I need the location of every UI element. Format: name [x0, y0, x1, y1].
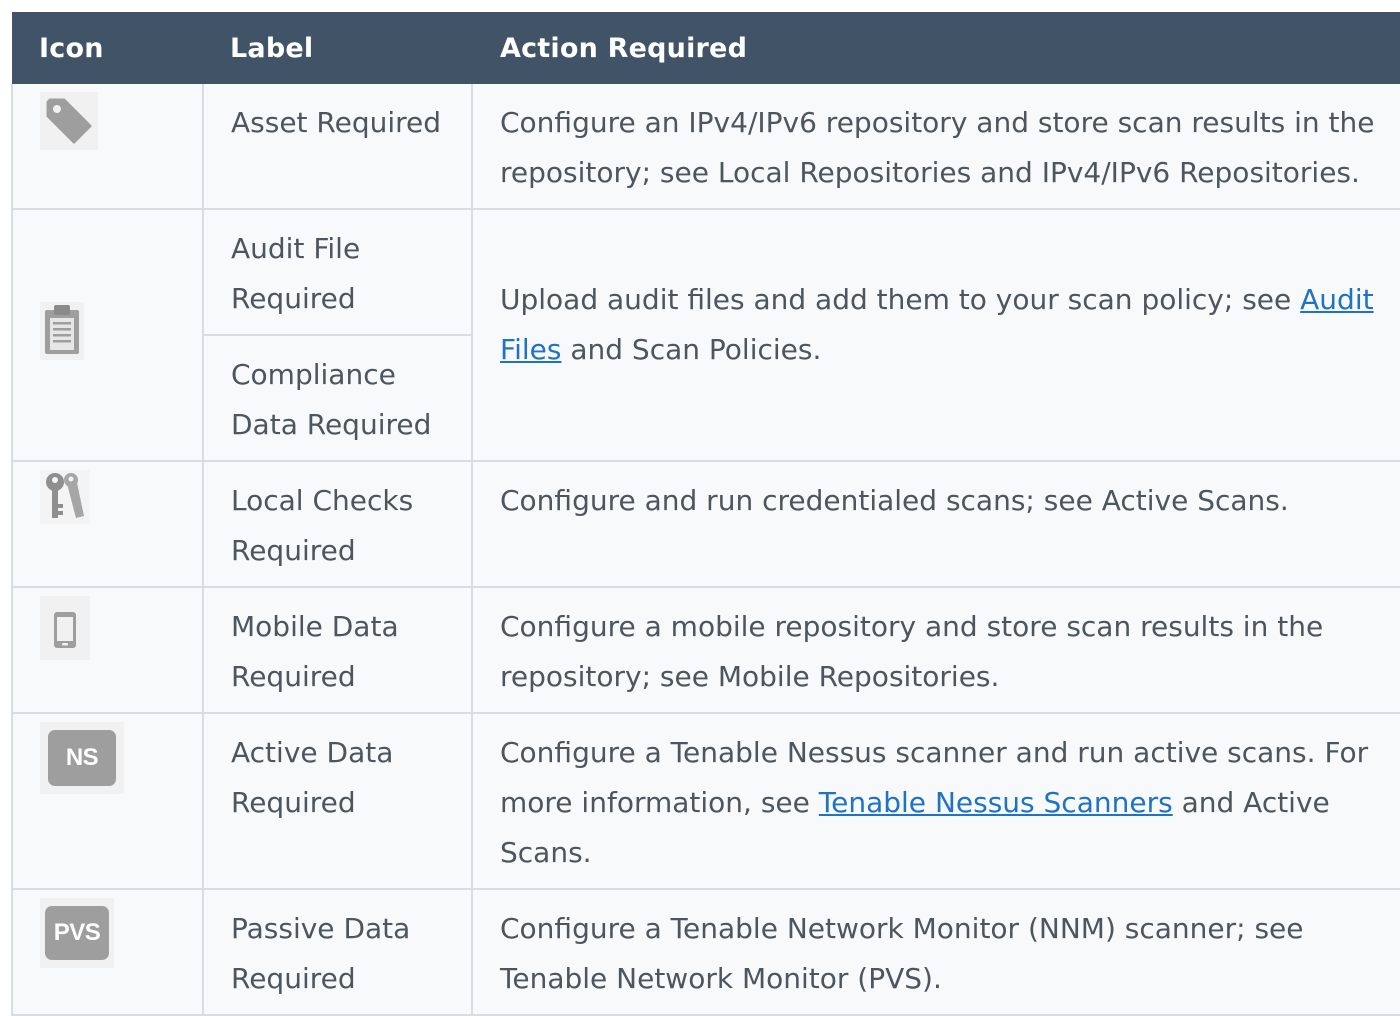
data-requirements-table: Icon Label Action Required Asset Require… — [11, 12, 1400, 1016]
table-row: Audit File Required Upload audit files a… — [11, 208, 1400, 462]
icon-cell — [11, 208, 204, 462]
clipboard-icon — [40, 302, 84, 360]
action-cell: Configure a Tenable Nessus scanner and r… — [471, 712, 1400, 890]
keys-icon — [40, 470, 90, 524]
header-icon: Icon — [12, 12, 203, 84]
action-cell: Configure an IPv4/IPv6 repository and st… — [471, 84, 1400, 210]
label-cell: Mobile Data Required — [202, 586, 473, 714]
label-cell: Passive Data Required — [202, 888, 473, 1016]
label-cell: Audit File Required — [202, 208, 473, 336]
action-cell: Upload audit files and add them to your … — [471, 208, 1400, 462]
ns-icon: NS — [40, 722, 124, 794]
action-cell: Configure and run credentialed scans; se… — [471, 460, 1400, 588]
icon-cell — [11, 84, 204, 210]
table-row: Asset Required Configure an IPv4/IPv6 re… — [11, 84, 1400, 210]
table-row: Mobile Data Required Configure a mobile … — [11, 586, 1400, 714]
icon-cell: NS — [11, 712, 204, 890]
mobile-phone-icon — [40, 596, 90, 660]
icon-cell — [11, 460, 204, 588]
tenable-nessus-scanners-link[interactable]: Tenable Nessus Scanners — [819, 786, 1173, 819]
label-cell: Local Checks Required — [202, 460, 473, 588]
pvs-icon-label: PVS — [45, 906, 109, 960]
pvs-icon: PVS — [40, 898, 114, 968]
table-row: NS Active Data Required Configure a Tena… — [11, 712, 1400, 890]
label-cell: Active Data Required — [202, 712, 473, 890]
label-cell: Asset Required — [202, 84, 473, 210]
action-text: Upload audit files and add them to your … — [500, 283, 1301, 316]
ns-icon-label: NS — [48, 730, 116, 786]
label-cell: Compliance Data Required — [202, 334, 473, 462]
table-row: Local Checks Required Configure and run … — [11, 460, 1400, 588]
header-label: Label — [203, 12, 472, 84]
icon-cell — [11, 586, 204, 714]
header-action-required: Action Required — [472, 12, 1400, 84]
table-row: PVS Passive Data Required Configure a Te… — [11, 888, 1400, 1016]
icon-cell: PVS — [11, 888, 204, 1016]
action-text: and Scan Policies. — [561, 333, 822, 366]
action-cell: Configure a Tenable Network Monitor (NNM… — [471, 888, 1400, 1016]
table-header-row: Icon Label Action Required — [12, 12, 1400, 84]
tag-icon — [40, 92, 98, 150]
action-cell: Configure a mobile repository and store … — [471, 586, 1400, 714]
